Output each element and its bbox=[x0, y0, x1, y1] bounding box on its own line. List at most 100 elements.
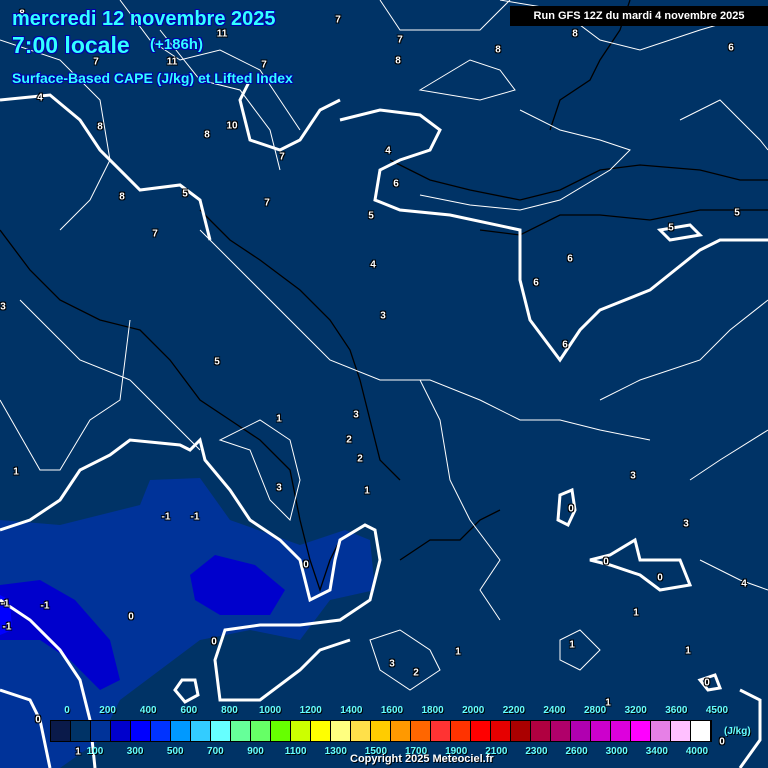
parameter-title: Surface-Based CAPE (J/kg) et Lifted Inde… bbox=[12, 70, 293, 86]
contour-label: 6 bbox=[393, 178, 399, 190]
scale-tick-top: 2000 bbox=[462, 705, 485, 716]
contour-label: 1 bbox=[633, 607, 639, 619]
color-swatch bbox=[331, 721, 351, 741]
color-swatch bbox=[591, 721, 611, 741]
scale-tick-top: 600 bbox=[180, 705, 198, 716]
contour-label: 8 bbox=[395, 55, 401, 67]
scale-tick-bottom: 1300 bbox=[324, 746, 347, 757]
contour-label: 3 bbox=[276, 482, 282, 494]
color-swatch bbox=[71, 721, 91, 741]
color-swatch bbox=[311, 721, 331, 741]
contour-label: 3 bbox=[0, 301, 6, 313]
color-swatch bbox=[451, 721, 471, 741]
scale-tick-bottom: 1100 bbox=[284, 746, 307, 757]
color-swatch bbox=[491, 721, 511, 741]
contour-label: 1 bbox=[75, 746, 81, 758]
contour-label: 6 bbox=[567, 253, 573, 265]
scale-tick-bottom: 3000 bbox=[605, 746, 628, 757]
contour-label: 11 bbox=[166, 56, 178, 68]
contour-label: 3 bbox=[353, 409, 359, 421]
scale-tick-top: 2800 bbox=[584, 705, 607, 716]
color-scale-unit: (J/kg) bbox=[724, 726, 751, 737]
contour-label: 0 bbox=[35, 714, 41, 726]
contour-label: 5 bbox=[214, 356, 220, 368]
contour-label: 4 bbox=[370, 259, 376, 271]
contour-label: -1 bbox=[2, 621, 12, 633]
contour-label: 8 bbox=[204, 129, 210, 141]
contour-label: -1 bbox=[40, 600, 50, 612]
contour-label: 6 bbox=[533, 277, 539, 289]
scale-tick-top: 3600 bbox=[665, 705, 688, 716]
copyright: Copyright 2025 Meteociel.fr bbox=[350, 753, 494, 765]
contour-label: 7 bbox=[261, 59, 267, 71]
contour-label: 5 bbox=[368, 210, 374, 222]
contour-label: 5 bbox=[182, 188, 188, 200]
forecast-time: 7:00 locale bbox=[12, 32, 130, 58]
color-swatch bbox=[51, 721, 71, 741]
scale-tick-top: 1400 bbox=[340, 705, 363, 716]
contour-label: 1 bbox=[685, 645, 691, 657]
contour-label: 7 bbox=[264, 197, 270, 209]
color-swatch bbox=[191, 721, 211, 741]
contour-label: 1 bbox=[364, 485, 370, 497]
contour-label: -1 bbox=[161, 511, 171, 523]
scale-tick-top: 0 bbox=[64, 705, 70, 716]
forecast-lead-time: (+186h) bbox=[150, 36, 203, 53]
color-swatch bbox=[371, 721, 391, 741]
scale-tick-top: 2200 bbox=[502, 705, 525, 716]
contour-label: 0 bbox=[211, 636, 217, 648]
scale-tick-bottom: 3400 bbox=[645, 746, 668, 757]
contour-label: 0 bbox=[704, 677, 710, 689]
contour-label: 7 bbox=[152, 228, 158, 240]
color-swatch bbox=[651, 721, 671, 741]
contour-label: 3 bbox=[389, 658, 395, 670]
scale-tick-top: 400 bbox=[139, 705, 157, 716]
color-swatch bbox=[211, 721, 231, 741]
contour-label: 0 bbox=[719, 736, 725, 748]
color-swatch bbox=[351, 721, 371, 741]
contour-label: 7 bbox=[279, 151, 285, 163]
scale-tick-top: 1600 bbox=[380, 705, 404, 716]
scale-tick-bottom: 900 bbox=[247, 746, 264, 757]
scale-tick-bottom: 100 bbox=[86, 746, 104, 757]
contour-label: 2 bbox=[357, 453, 363, 465]
contour-label: 4 bbox=[385, 145, 391, 157]
contour-label: 3 bbox=[683, 518, 689, 530]
contour-label: 3 bbox=[630, 470, 636, 482]
color-swatch bbox=[671, 721, 691, 741]
color-swatch bbox=[111, 721, 131, 741]
contour-label: 2 bbox=[346, 434, 352, 446]
weather-map bbox=[0, 0, 768, 768]
color-swatch bbox=[151, 721, 171, 741]
contour-label: 0 bbox=[657, 572, 663, 584]
contour-label: 5 bbox=[734, 207, 740, 219]
color-swatch bbox=[571, 721, 591, 741]
contour-label: 4 bbox=[37, 92, 43, 104]
color-swatch bbox=[511, 721, 531, 741]
scale-tick-top: 800 bbox=[221, 705, 238, 716]
color-swatch bbox=[131, 721, 151, 741]
color-swatch bbox=[391, 721, 411, 741]
color-scale bbox=[50, 720, 712, 742]
color-swatch bbox=[411, 721, 431, 741]
scale-tick-bottom: 4000 bbox=[685, 746, 709, 757]
scale-tick-bottom: 700 bbox=[207, 746, 224, 757]
contour-label: 4 bbox=[741, 578, 747, 590]
scale-tick-top: 1800 bbox=[421, 705, 444, 716]
contour-label: -1 bbox=[190, 511, 200, 523]
contour-label: 1 bbox=[455, 646, 461, 658]
contour-label: 2 bbox=[413, 667, 419, 679]
contour-label: 8 bbox=[495, 44, 501, 56]
contour-label: 0 bbox=[303, 559, 309, 571]
contour-label: 8 bbox=[572, 28, 578, 40]
scale-tick-bottom: 2600 bbox=[565, 746, 588, 757]
scale-tick-bottom: 500 bbox=[166, 746, 184, 757]
scale-tick-top: 3200 bbox=[624, 705, 647, 716]
contour-label: 1 bbox=[276, 413, 282, 425]
color-swatch bbox=[251, 721, 271, 741]
color-swatch bbox=[691, 721, 711, 741]
run-info: Run GFS 12Z du mardi 4 novembre 2025 bbox=[510, 6, 768, 26]
contour-label: 8 bbox=[119, 191, 125, 203]
color-swatch bbox=[611, 721, 631, 741]
scale-tick-top: 200 bbox=[99, 705, 116, 716]
